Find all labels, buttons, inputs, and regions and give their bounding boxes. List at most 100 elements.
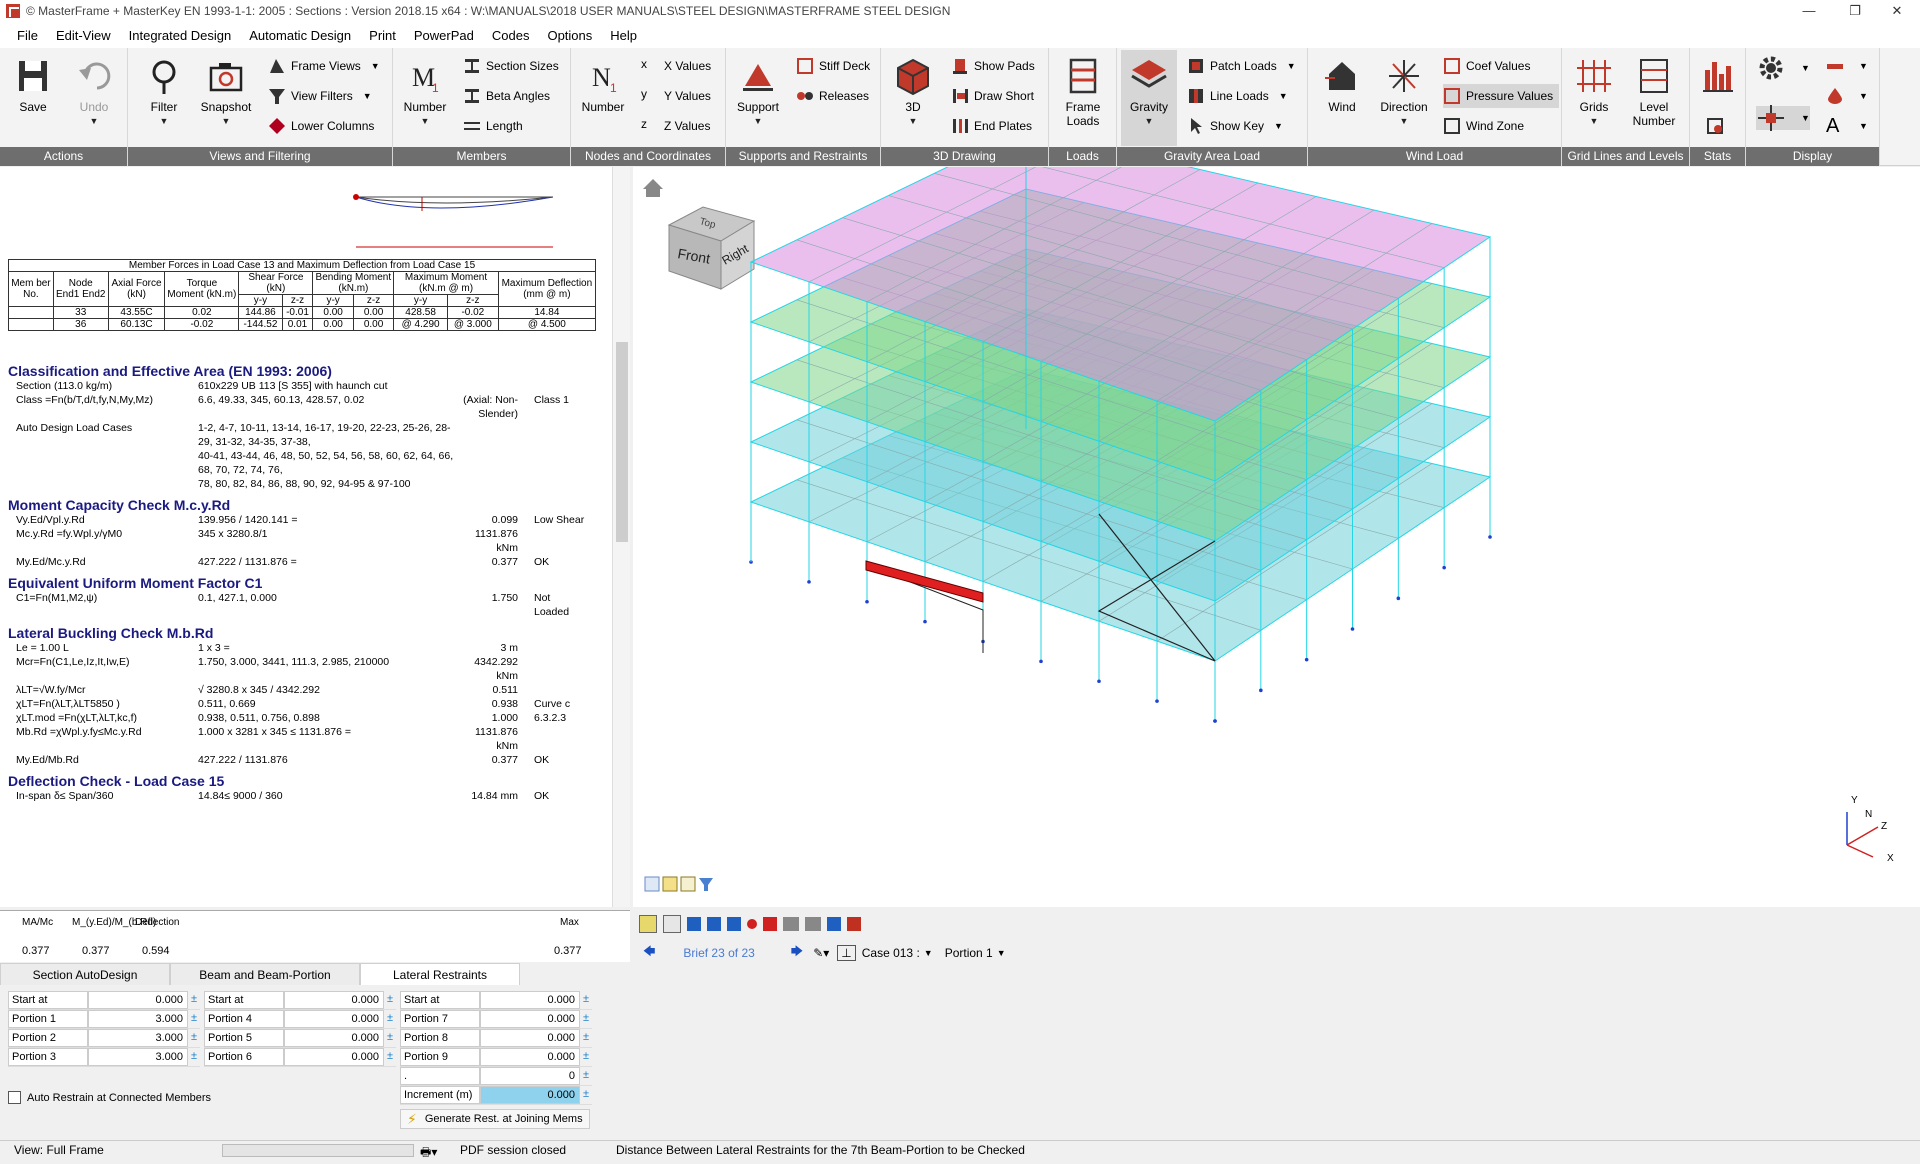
releases-button[interactable]: Releases: [796, 84, 869, 108]
direction-button[interactable]: Direction ▼: [1376, 56, 1432, 126]
next-brief-arrow[interactable]: 🡆: [791, 942, 803, 963]
spin-icon[interactable]: ±: [188, 991, 200, 1009]
font-display-button[interactable]: A ▼: [1826, 114, 1868, 138]
restraint-value-input[interactable]: 0.000: [480, 1029, 580, 1047]
coef-values-button[interactable]: Coef Values: [1443, 54, 1530, 78]
pdf-icon[interactable]: [847, 917, 861, 931]
frame-loads-button[interactable]: Frame Loads: [1055, 56, 1111, 128]
tab-beam-portion[interactable]: Beam and Beam-Portion: [170, 963, 360, 985]
restraint-value-input[interactable]: 0.000: [284, 1029, 384, 1047]
end-plates-button[interactable]: End Plates: [951, 114, 1032, 138]
snapshot-button[interactable]: Snapshot ▼: [198, 56, 254, 126]
level-number-button[interactable]: Level Number: [1626, 56, 1682, 128]
menu-automatic-design[interactable]: Automatic Design: [240, 28, 360, 43]
report-scrollbar[interactable]: [612, 167, 630, 907]
table-view-icon[interactable]: [639, 915, 657, 933]
spin-icon[interactable]: ±: [188, 1029, 200, 1047]
print-icon[interactable]: [783, 917, 799, 931]
scrollbar-thumb[interactable]: [616, 342, 628, 542]
restraint-value-input[interactable]: 0.000: [480, 1048, 580, 1066]
restraint-value-input[interactable]: 3.000: [88, 1048, 188, 1066]
restraint-value-input[interactable]: 0.000: [480, 991, 580, 1009]
stats-info-button[interactable]: [1706, 114, 1729, 138]
spin-icon[interactable]: ±: [580, 1067, 592, 1085]
3d-button[interactable]: 3D ▼: [885, 56, 941, 126]
spin-icon[interactable]: ±: [580, 991, 592, 1009]
lower-columns-button[interactable]: Lower Columns: [268, 114, 374, 138]
draw-short-button[interactable]: Draw Short: [951, 84, 1034, 108]
report-blue-icon[interactable]: [687, 917, 701, 931]
restraint-value-input[interactable]: 0: [480, 1067, 580, 1085]
support-button[interactable]: Support ▼: [730, 56, 786, 126]
line-display-button[interactable]: ▼: [1826, 54, 1868, 78]
menu-powerpad[interactable]: PowerPad: [405, 28, 483, 43]
close-button[interactable]: ✕: [1874, 0, 1920, 22]
color-display-button[interactable]: ▼: [1826, 84, 1868, 108]
report-blue-icon-2[interactable]: [707, 917, 721, 931]
grids-button[interactable]: Grids ▼: [1566, 56, 1622, 126]
spin-icon[interactable]: ±: [384, 1029, 396, 1047]
highlight-icon[interactable]: [662, 876, 678, 892]
spin-icon[interactable]: ±: [580, 1010, 592, 1028]
pin-toggle-icon[interactable]: ⊥: [837, 944, 856, 961]
record-icon[interactable]: [747, 919, 757, 929]
minimize-button[interactable]: —: [1786, 0, 1832, 22]
menu-help[interactable]: Help: [601, 28, 646, 43]
view-cube[interactable]: Top Front Right: [667, 206, 756, 290]
report-blue-icon-3[interactable]: [727, 917, 741, 931]
line-loads-button[interactable]: Line Loads ▼: [1187, 84, 1288, 108]
restraint-value-input[interactable]: 3.000: [88, 1010, 188, 1028]
frame-views-button[interactable]: Frame Views ▼: [268, 54, 380, 78]
menu-options[interactable]: Options: [538, 28, 601, 43]
member-number-button[interactable]: M1 Number ▼: [397, 56, 453, 126]
tab-lateral-restraints[interactable]: Lateral Restraints: [360, 963, 520, 985]
spin-icon[interactable]: ±: [384, 1048, 396, 1066]
filter-icon[interactable]: [699, 878, 713, 891]
menu-edit-view[interactable]: Edit-View: [47, 28, 120, 43]
restraint-value-input[interactable]: 0.000: [480, 1086, 580, 1104]
filter-button[interactable]: Filter ▼: [136, 56, 192, 126]
home-icon[interactable]: [643, 179, 663, 197]
case-select[interactable]: Case 013 :: [862, 946, 920, 960]
spin-icon[interactable]: ±: [580, 1048, 592, 1066]
show-key-button[interactable]: Show Key ▼: [1187, 114, 1283, 138]
patch-loads-button[interactable]: Patch Loads ▼: [1187, 54, 1296, 78]
z-values-button[interactable]: zZ Values: [641, 114, 710, 138]
pressure-values-button[interactable]: Pressure Values: [1443, 84, 1560, 108]
stats-bar-button[interactable]: [1690, 56, 1746, 100]
word-icon[interactable]: [827, 917, 841, 931]
y-values-button[interactable]: yY Values: [641, 84, 711, 108]
case-dropdown-arrow[interactable]: ▼: [924, 948, 933, 958]
wind-zone-button[interactable]: Wind Zone: [1443, 114, 1524, 138]
menu-codes[interactable]: Codes: [483, 28, 539, 43]
stiff-deck-button[interactable]: Stiff Deck: [796, 54, 870, 78]
edit-icon[interactable]: [680, 876, 696, 892]
save-button[interactable]: Save: [5, 56, 61, 114]
node-display-button[interactable]: ▼: [1756, 105, 1810, 131]
generate-restraints-button[interactable]: ⚡ Generate Rest. at Joining Mems: [400, 1109, 590, 1129]
restraint-value-input[interactable]: 3.000: [88, 1029, 188, 1047]
restraint-value-input[interactable]: 0.000: [284, 1048, 384, 1066]
spin-icon[interactable]: ±: [188, 1010, 200, 1028]
view-filters-button[interactable]: View Filters ▼: [268, 84, 372, 108]
spin-icon[interactable]: ±: [384, 991, 396, 1009]
menu-integrated-design[interactable]: Integrated Design: [120, 28, 241, 43]
print-preview-icon[interactable]: [805, 917, 821, 931]
spin-icon[interactable]: ±: [580, 1086, 592, 1104]
previous-brief-arrow[interactable]: 🡄: [643, 942, 655, 963]
spin-icon[interactable]: ±: [580, 1029, 592, 1047]
wind-button[interactable]: Wind: [1314, 56, 1370, 114]
portion-select[interactable]: Portion 1: [945, 946, 993, 960]
restraint-value-input[interactable]: 0.000: [284, 991, 384, 1009]
portion-dropdown-arrow[interactable]: ▼: [997, 948, 1006, 958]
spin-icon[interactable]: ±: [384, 1010, 396, 1028]
edit-pen-icon[interactable]: ✎▾: [813, 946, 829, 960]
tab-section-autodesign[interactable]: Section AutoDesign: [0, 963, 170, 985]
length-button[interactable]: Length: [463, 114, 523, 138]
gravity-button[interactable]: Gravity ▼: [1121, 50, 1177, 146]
restraint-value-input[interactable]: 0.000: [88, 991, 188, 1009]
view-option-icon[interactable]: [644, 876, 660, 892]
pin-icon[interactable]: [763, 917, 777, 931]
fast-design-icon[interactable]: [663, 915, 681, 933]
section-sizes-button[interactable]: Section Sizes: [463, 54, 559, 78]
